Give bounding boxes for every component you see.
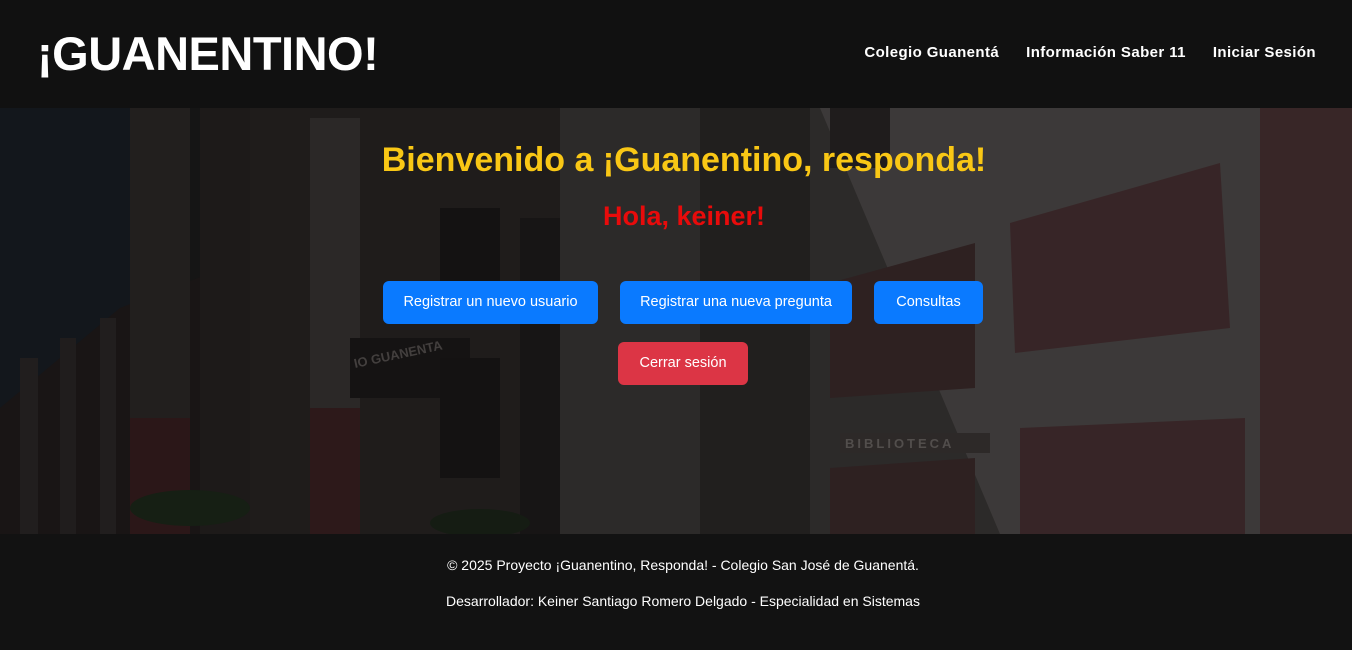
main-nav: Colegio Guanentá Información Saber 11 In… [864,43,1316,63]
footer-developer: Desarrollador: Keiner Santiago Romero De… [446,593,920,609]
nav-link-saber-11[interactable]: Información Saber 11 [1026,43,1186,63]
logout-button[interactable]: Cerrar sesión [618,342,748,385]
site-logo[interactable]: ¡GUANENTINO! [37,26,379,82]
site-header: ¡GUANENTINO! Colegio Guanentá Informació… [0,0,1352,108]
footer-copyright: © 2025 Proyecto ¡Guanentino, Responda! -… [447,557,919,573]
nav-link-login[interactable]: Iniciar Sesión [1213,43,1316,63]
register-user-button[interactable]: Registrar un nuevo usuario [383,281,598,324]
hero-section: IO GUANENTA BIBLIOTECA Bienvenido a ¡Gua… [0,108,1352,534]
user-greeting: Hola, keiner! [602,201,766,231]
queries-button[interactable]: Consultas [874,281,983,324]
nav-link-colegio[interactable]: Colegio Guanentá [864,43,999,63]
register-question-button[interactable]: Registrar una nueva pregunta [620,281,852,324]
welcome-heading: Bienvenido a ¡Guanentino, responda! [381,141,987,179]
site-footer: © 2025 Proyecto ¡Guanentino, Responda! -… [0,534,1352,650]
hero-content: Bienvenido a ¡Guanentino, responda! Hola… [0,108,1352,534]
